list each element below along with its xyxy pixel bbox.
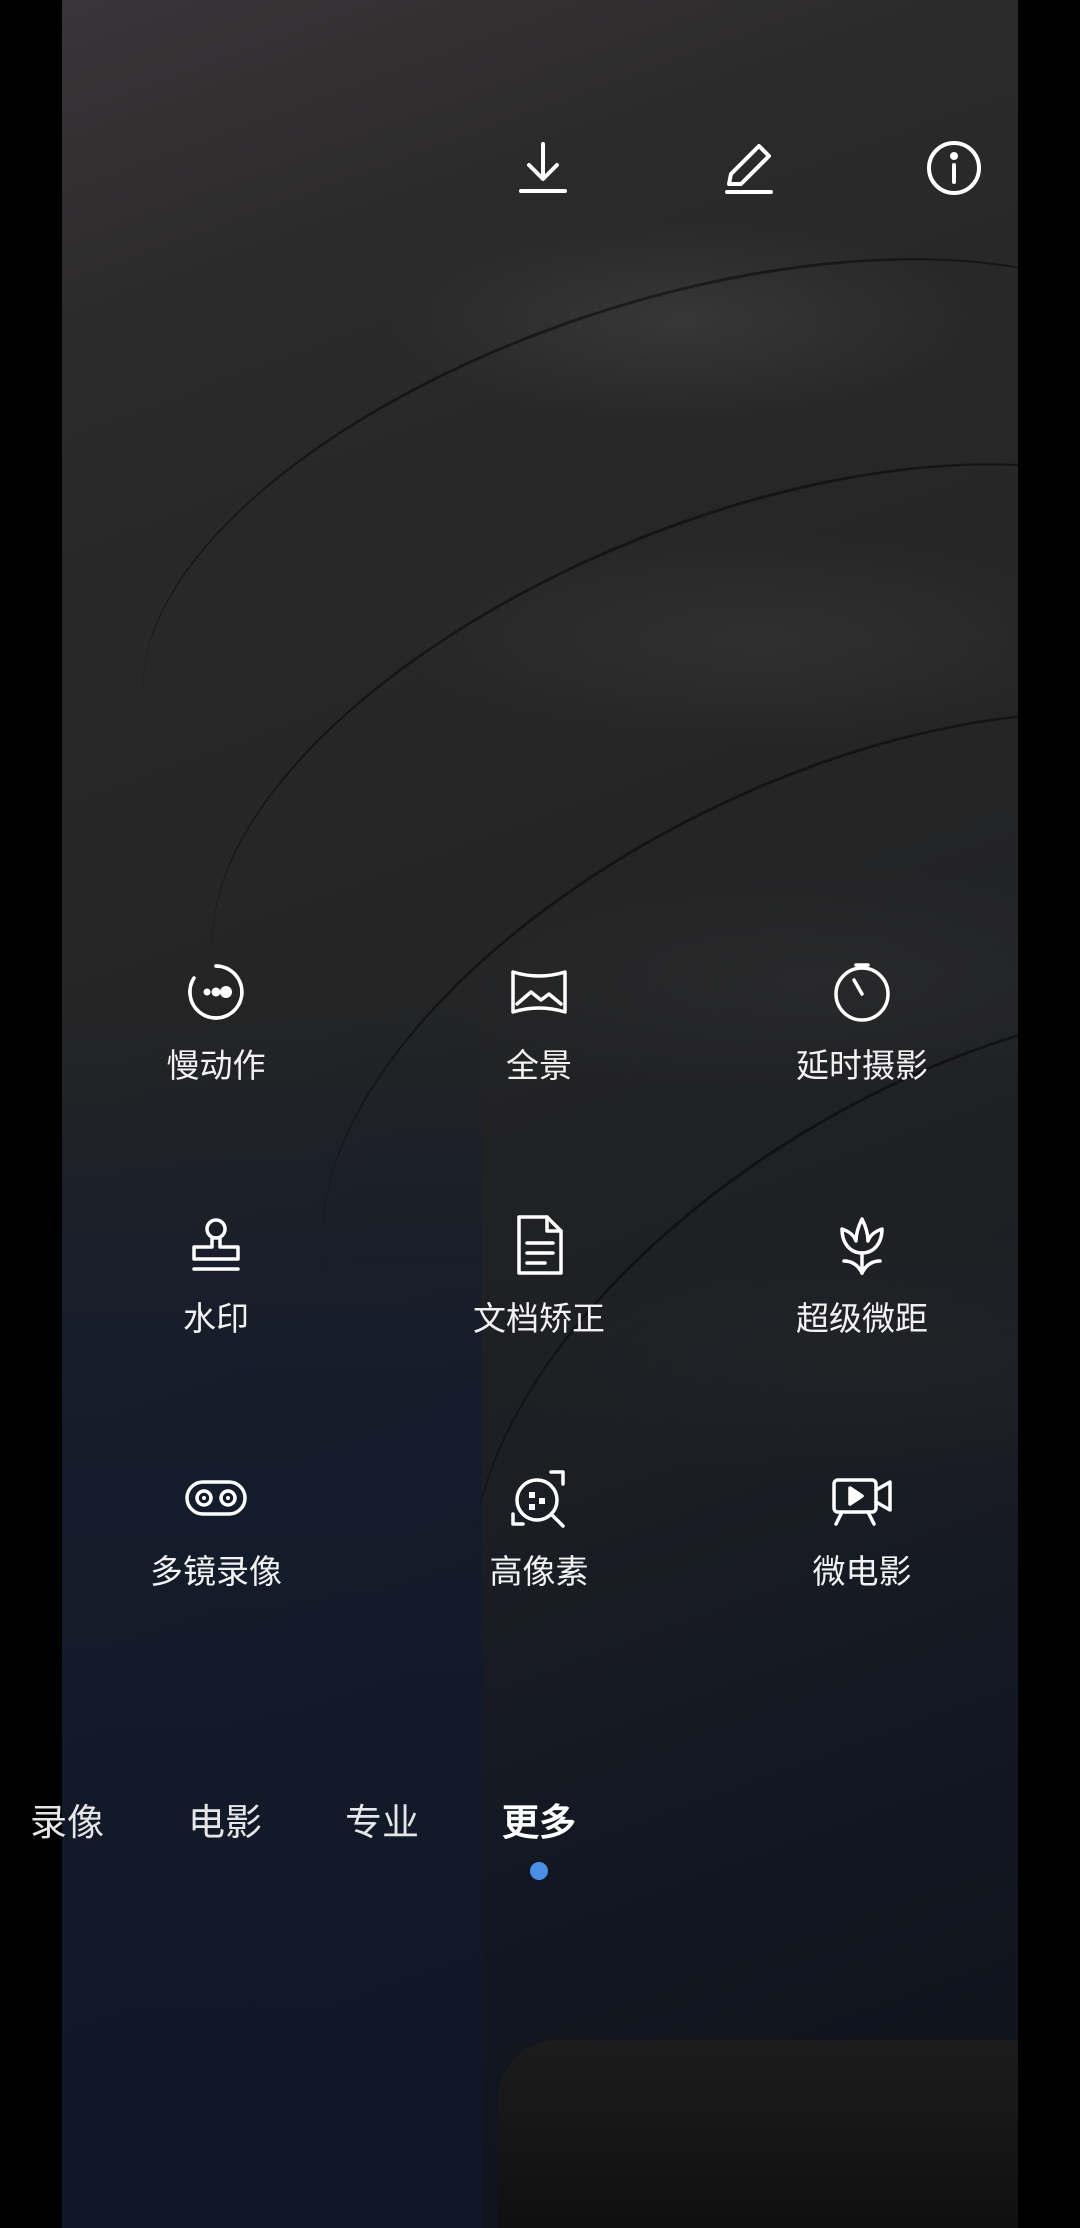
mode-high-resolution[interactable]: 高像素 bbox=[409, 1466, 669, 1636]
mode-label: 高像素 bbox=[489, 1552, 589, 1591]
watermark-stamp-icon bbox=[184, 1213, 248, 1277]
mode-label: 多镜录像 bbox=[150, 1552, 282, 1591]
macro-flower-icon bbox=[830, 1213, 894, 1277]
mode-label: 文档矫正 bbox=[473, 1299, 605, 1338]
mode-slow-motion[interactable]: 慢动作 bbox=[86, 960, 346, 1130]
mode-multi-camera[interactable]: 多镜录像 bbox=[86, 1466, 346, 1636]
download-icon bbox=[513, 138, 573, 202]
time-lapse-icon bbox=[830, 960, 894, 1024]
tab-video[interactable]: 录像 bbox=[30, 1795, 104, 1851]
active-tab-indicator bbox=[530, 1862, 548, 1880]
micro-movie-icon bbox=[830, 1466, 894, 1530]
document-icon bbox=[507, 1213, 571, 1277]
mode-label: 慢动作 bbox=[166, 1046, 266, 1085]
panorama-icon bbox=[507, 960, 571, 1024]
mode-label: 超级微距 bbox=[796, 1299, 928, 1338]
tab-pro[interactable]: 专业 bbox=[345, 1795, 419, 1851]
mode-label: 水印 bbox=[183, 1299, 249, 1338]
download-button[interactable] bbox=[503, 130, 583, 210]
mode-document-correction[interactable]: 文档矫正 bbox=[409, 1213, 669, 1383]
dual-view-icon bbox=[184, 1466, 248, 1530]
mode-label: 微电影 bbox=[812, 1552, 912, 1591]
mode-watermark[interactable]: 水印 bbox=[86, 1213, 346, 1383]
mode-time-lapse[interactable]: 延时摄影 bbox=[732, 960, 992, 1130]
info-button[interactable] bbox=[914, 130, 994, 210]
tab-movie[interactable]: 电影 bbox=[188, 1795, 262, 1851]
slow-motion-icon bbox=[184, 960, 248, 1024]
mode-super-macro[interactable]: 超级微距 bbox=[732, 1213, 992, 1383]
leather-area bbox=[498, 2040, 1018, 2228]
camera-mode-tabs: 录像 电影 专业 更多 bbox=[0, 1795, 1080, 1855]
high-resolution-icon bbox=[507, 1466, 571, 1530]
mode-panorama[interactable]: 全景 bbox=[409, 960, 669, 1130]
mode-micro-movie[interactable]: 微电影 bbox=[732, 1466, 992, 1636]
mode-label: 延时摄影 bbox=[796, 1046, 928, 1085]
mode-label: 全景 bbox=[506, 1046, 572, 1085]
info-icon bbox=[924, 138, 984, 202]
edit-button[interactable] bbox=[709, 130, 789, 210]
edit-pencil-icon bbox=[719, 138, 779, 202]
tab-more[interactable]: 更多 bbox=[502, 1795, 576, 1851]
top-toolbar bbox=[0, 130, 1080, 210]
